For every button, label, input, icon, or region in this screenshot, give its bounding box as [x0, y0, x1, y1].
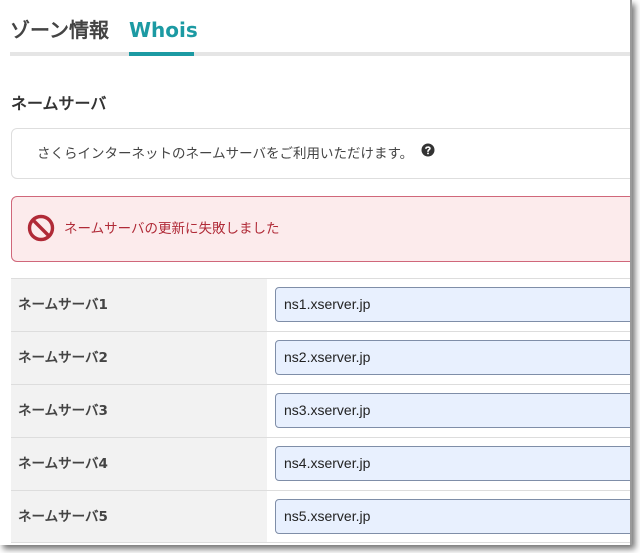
- info-message: さくらインターネットのネームサーバをご利用いただけます。: [37, 143, 435, 164]
- row-label-cell: ネームサーバ5: [11, 491, 267, 542]
- table-row: ネームサーバ1 ns1.xserver.jp: [11, 278, 632, 331]
- row-label-cell: ネームサーバ1: [11, 279, 267, 331]
- tab-bar: ゾーン情報 Whois: [0, 0, 632, 58]
- row-label-cell: ネームサーバ4: [11, 438, 267, 490]
- nameserver3-input[interactable]: ns3.xserver.jp: [275, 393, 632, 428]
- nameserver-label: ネームサーバ3: [18, 403, 108, 419]
- section-title: ネームサーバ: [11, 94, 107, 113]
- prohibited-icon: [27, 214, 55, 246]
- info-box: さくらインターネットのネームサーバをご利用いただけます。: [11, 128, 632, 179]
- table-row: ネームサーバ4 ns4.xserver.jp: [11, 437, 632, 490]
- row-label-cell: ネームサーバ2: [11, 332, 267, 384]
- nameserver-label: ネームサーバ4: [18, 456, 108, 472]
- window-frame: ゾーン情報 Whois ネームサーバ さくらインターネットのネームサーバをご利用…: [0, 0, 632, 545]
- active-tab-indicator: [129, 52, 194, 56]
- table-row: ネームサーバ5 ns5.xserver.jp: [11, 490, 632, 543]
- error-message: ネームサーバの更新に失敗しました: [64, 221, 280, 237]
- question-circle-icon[interactable]: [421, 143, 435, 163]
- nameserver4-input[interactable]: ns4.xserver.jp: [275, 446, 632, 481]
- info-text: さくらインターネットのネームサーバをご利用いただけます。: [37, 146, 414, 162]
- nameserver1-input[interactable]: ns1.xserver.jp: [275, 287, 632, 322]
- nameserver-label: ネームサーバ1: [18, 297, 108, 313]
- nameserver-label: ネームサーバ5: [18, 509, 108, 525]
- tab-zone-info[interactable]: ゾーン情報: [10, 16, 109, 44]
- table-row: ネームサーバ2 ns2.xserver.jp: [11, 331, 632, 384]
- tab-divider: [10, 52, 632, 56]
- error-alert: ネームサーバの更新に失敗しました: [11, 196, 632, 262]
- row-label-cell: ネームサーバ3: [11, 385, 267, 437]
- tab-whois[interactable]: Whois: [129, 16, 198, 44]
- nameserver5-input[interactable]: ns5.xserver.jp: [275, 499, 632, 534]
- table-row: ネームサーバ3 ns3.xserver.jp: [11, 384, 632, 437]
- nameserver-table: ネームサーバ1 ns1.xserver.jp ネームサーバ2 ns2.xserv…: [11, 278, 632, 543]
- nameserver-label: ネームサーバ2: [18, 350, 108, 366]
- nameserver2-input[interactable]: ns2.xserver.jp: [275, 340, 632, 375]
